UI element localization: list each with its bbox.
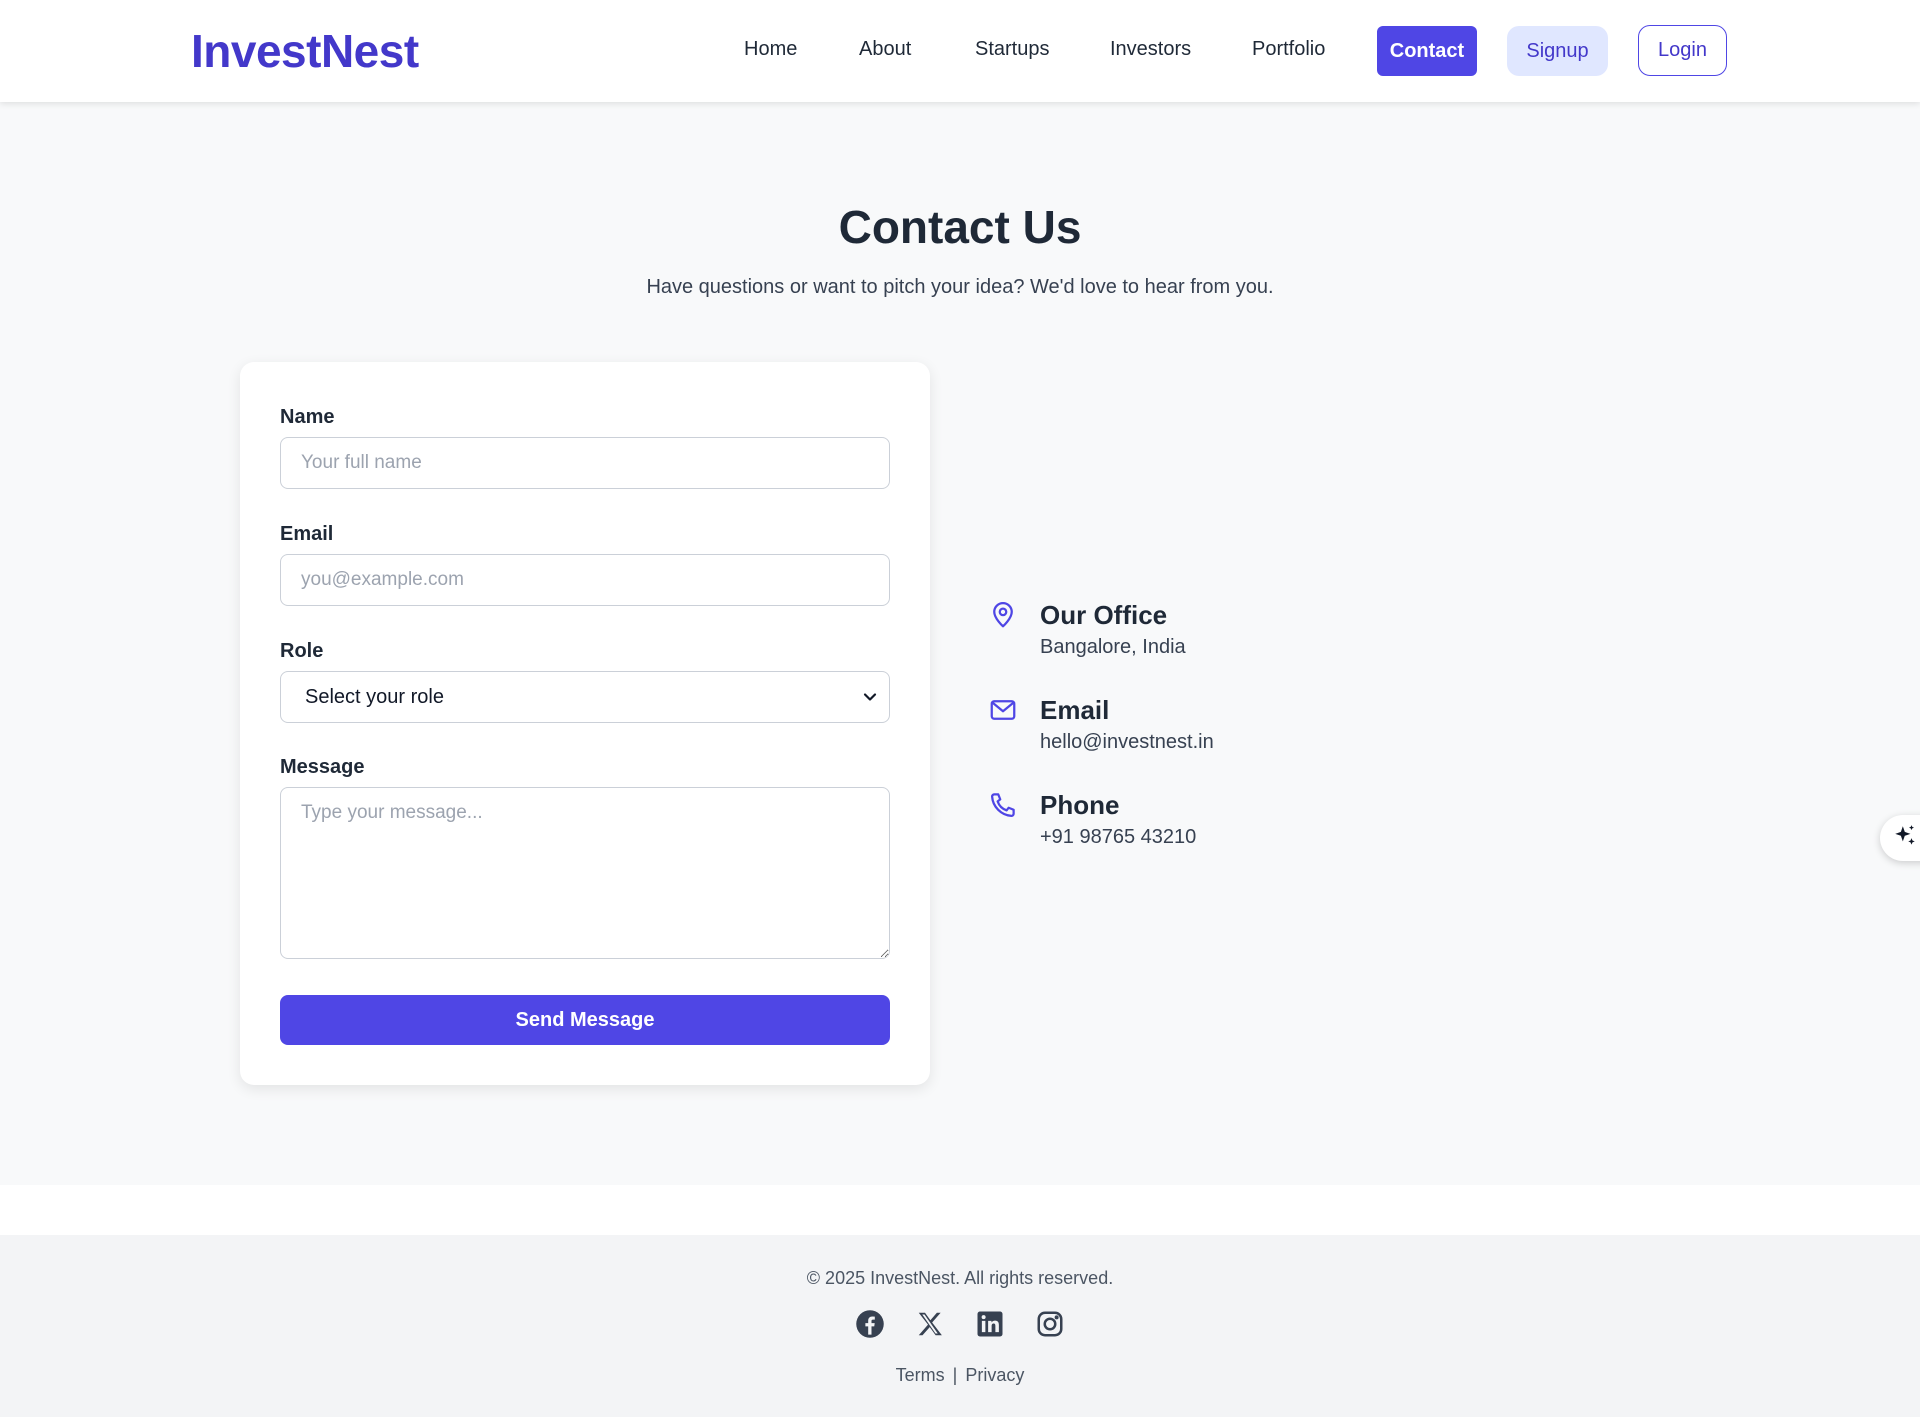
email-label: Email	[280, 523, 334, 545]
email-title: Email	[1040, 695, 1110, 725]
message-label: Message	[280, 756, 365, 778]
phone-title: Phone	[1040, 790, 1120, 820]
role-select-value: Select your role	[305, 686, 444, 708]
nav-home[interactable]: Home	[744, 38, 797, 61]
linkedin-icon[interactable]	[975, 1309, 1005, 1339]
office-title: Our Office	[1040, 600, 1168, 630]
name-label: Name	[280, 406, 335, 428]
mail-icon	[988, 695, 1018, 725]
brand-logo[interactable]: InvestNest	[191, 24, 419, 78]
sparkle-icon	[1892, 823, 1918, 854]
message-textarea[interactable]	[280, 787, 890, 959]
site-header: InvestNest Home About Startups Investors…	[0, 0, 1920, 102]
role-select[interactable]: Select your role	[280, 671, 890, 723]
chevron-down-icon	[863, 690, 877, 709]
page-title: Contact Us	[838, 201, 1082, 253]
map-pin-icon	[988, 600, 1018, 630]
phone-number[interactable]: +91 98765 43210	[1040, 826, 1196, 849]
phone-icon	[988, 790, 1018, 820]
footer-separator: |	[952, 1365, 958, 1385]
x-icon[interactable]	[915, 1309, 945, 1339]
name-input[interactable]	[280, 437, 890, 489]
facebook-icon[interactable]	[855, 1309, 885, 1339]
footer-spacer	[0, 1185, 1920, 1235]
role-label: Role	[280, 640, 324, 662]
terms-link[interactable]: Terms	[896, 1365, 945, 1385]
site-footer: © 2025 InvestNest. All rights reserved. …	[0, 1235, 1920, 1417]
instagram-icon[interactable]	[1035, 1309, 1065, 1339]
copyright-text: © 2025 InvestNest. All rights reserved.	[806, 1268, 1114, 1288]
contact-form-card: Name Email Role Select your role Message…	[240, 362, 930, 1085]
footer-links: Terms | Privacy	[0, 1365, 1920, 1386]
email-address[interactable]: hello@investnest.in	[1040, 731, 1214, 754]
nav-startups[interactable]: Startups	[975, 38, 1049, 61]
nav-contact-button[interactable]: Contact	[1377, 26, 1477, 76]
privacy-link[interactable]: Privacy	[965, 1365, 1024, 1385]
nav-about[interactable]: About	[859, 38, 911, 61]
login-button[interactable]: Login	[1638, 25, 1727, 76]
signup-button[interactable]: Signup	[1507, 26, 1608, 76]
nav-portfolio[interactable]: Portfolio	[1252, 38, 1325, 61]
email-input[interactable]	[280, 554, 890, 606]
page-subtitle: Have questions or want to pitch your ide…	[646, 276, 1274, 298]
assistant-fab-top[interactable]	[1880, 815, 1920, 861]
office-address: Bangalore, India	[1040, 636, 1186, 658]
send-message-button[interactable]: Send Message	[280, 995, 890, 1045]
nav-investors[interactable]: Investors	[1110, 38, 1191, 61]
